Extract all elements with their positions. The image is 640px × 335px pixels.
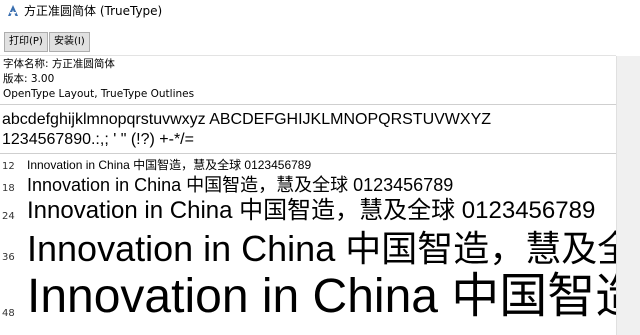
size-label: 24 — [2, 211, 15, 222]
size-label: 48 — [2, 308, 15, 319]
print-button[interactable]: 打印(P) — [4, 32, 48, 52]
font-name-label: 字体名称: 方正准圆简体 — [3, 58, 115, 70]
sample-divider — [0, 153, 616, 154]
preview-text: Innovation in China 中国智造，慧及全球 0123456789 — [27, 175, 454, 195]
preview-text: Innovation in China 中国智造，慧及全球 0123456789 — [27, 197, 596, 224]
install-button[interactable]: 安装(I) — [49, 32, 90, 52]
preview-text: Innovation in China 中国智造，慧及全球 — [27, 228, 640, 269]
size-label: 36 — [2, 252, 15, 263]
size-label: 12 — [2, 161, 15, 172]
vertical-scrollbar[interactable] — [616, 56, 640, 335]
info-divider — [0, 104, 616, 105]
preview-text: Innovation in China 中国智造 — [27, 270, 640, 323]
toolbar: 打印(P) 安装(I) — [0, 26, 640, 56]
preview-text: Innovation in China 中国智造，慧及全球 0123456789 — [27, 158, 312, 172]
outline-label: OpenType Layout, TrueType Outlines — [3, 88, 195, 100]
title-bar: 方正准圆简体 (TrueType) — [0, 0, 640, 26]
numbers-sample: 1234567890.:,; ' " (!?) +-*/= — [2, 131, 194, 148]
font-viewer-icon — [8, 5, 18, 16]
version-label: 版本: 3.00 — [3, 73, 55, 85]
alphabet-sample: abcdefghijklmnopqrstuvwxyz ABCDEFGHIJKLM… — [2, 111, 492, 128]
size-label: 18 — [2, 183, 15, 194]
window-title: 方正准圆简体 (TrueType) — [24, 4, 163, 18]
toolbar-divider — [0, 55, 616, 56]
